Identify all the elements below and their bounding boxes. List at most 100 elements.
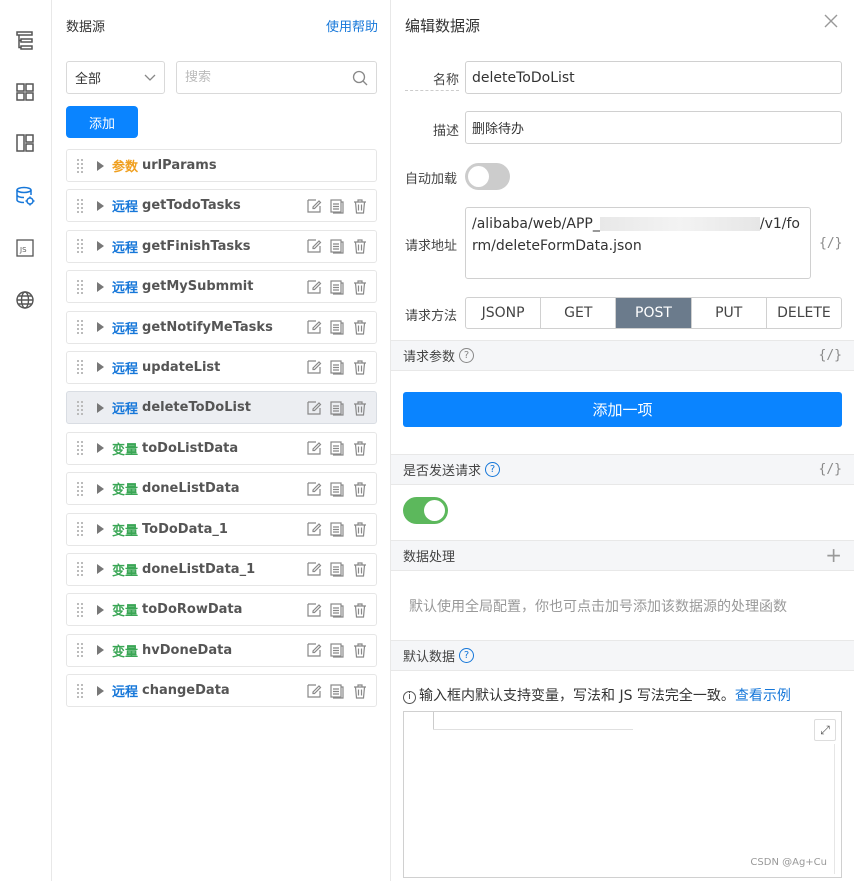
datasource-icon[interactable] [12, 183, 38, 209]
expand-caret-icon[interactable] [97, 604, 104, 615]
copy-icon[interactable] [328, 440, 345, 457]
drag-handle-icon[interactable] [77, 560, 85, 578]
edit-icon[interactable] [305, 480, 322, 497]
edit-icon[interactable] [305, 278, 322, 295]
expand-caret-icon[interactable] [97, 160, 104, 171]
method-option-get[interactable]: GET [541, 298, 617, 328]
default-data-editor[interactable]: ⤢ CSDN @Ag+Cu [403, 711, 842, 878]
datasource-item[interactable]: 远程 changeData [66, 674, 377, 708]
drag-handle-icon[interactable] [77, 237, 85, 255]
params-code-icon[interactable]: {/} [819, 348, 842, 363]
datasource-item[interactable]: 远程 updateList [66, 350, 377, 384]
delete-icon[interactable] [351, 278, 368, 295]
copy-icon[interactable] [328, 278, 345, 295]
search-input[interactable] [185, 70, 335, 85]
drag-handle-icon[interactable] [77, 682, 85, 700]
expand-caret-icon[interactable] [97, 402, 104, 413]
datasource-item[interactable]: 远程 deleteToDoList [66, 391, 377, 425]
expand-caret-icon[interactable] [97, 281, 104, 292]
copy-icon[interactable] [328, 359, 345, 376]
help-link[interactable]: 使用帮助 [326, 16, 378, 35]
delete-icon[interactable] [351, 480, 368, 497]
drag-handle-icon[interactable] [77, 439, 85, 457]
url-code-icon[interactable]: {/} [819, 236, 842, 251]
edit-icon[interactable] [305, 197, 322, 214]
method-option-put[interactable]: PUT [692, 298, 767, 328]
delete-icon[interactable] [351, 521, 368, 538]
datasource-item[interactable]: 远程 getNotifyMeTasks [66, 310, 377, 344]
datasource-item[interactable]: 远程 getFinishTasks [66, 229, 377, 263]
datasource-item[interactable]: 变量 doneListData [66, 472, 377, 506]
expand-caret-icon[interactable] [97, 200, 104, 211]
help-icon[interactable]: ? [459, 348, 475, 363]
edit-icon[interactable] [305, 682, 322, 699]
edit-icon[interactable] [305, 399, 322, 416]
expand-caret-icon[interactable] [97, 443, 104, 454]
delete-icon[interactable] [351, 238, 368, 255]
drag-handle-icon[interactable] [77, 197, 85, 215]
edit-icon[interactable] [305, 521, 322, 538]
drag-handle-icon[interactable] [77, 318, 85, 336]
globe-icon[interactable] [12, 287, 38, 313]
send-code-icon[interactable]: {/} [819, 462, 842, 477]
datasource-item[interactable]: 变量 toDoRowData [66, 593, 377, 627]
add-datasource-button[interactable]: 添加 [66, 106, 138, 138]
datasource-item[interactable]: 参数 urlParams [66, 149, 377, 182]
expand-caret-icon[interactable] [97, 564, 104, 575]
url-input[interactable]: /alibaba/web/APP_/v1/form/deleteFormData… [465, 207, 811, 279]
delete-icon[interactable] [351, 642, 368, 659]
view-example-link[interactable]: 查看示例 [735, 688, 791, 704]
name-input[interactable]: deleteToDoList [465, 61, 842, 94]
components-icon[interactable] [12, 79, 38, 105]
close-icon[interactable] [822, 12, 840, 30]
copy-icon[interactable] [328, 601, 345, 618]
delete-icon[interactable] [351, 682, 368, 699]
delete-icon[interactable] [351, 197, 368, 214]
layout-icon[interactable] [12, 130, 38, 156]
delete-icon[interactable] [351, 440, 368, 457]
datasource-item[interactable]: 变量 ToDoData_1 [66, 512, 377, 546]
copy-icon[interactable] [328, 319, 345, 336]
expand-caret-icon[interactable] [97, 362, 104, 373]
datasource-item[interactable]: 变量 hvDoneData [66, 633, 377, 667]
datasource-item[interactable]: 变量 doneListData_1 [66, 552, 377, 586]
copy-icon[interactable] [328, 238, 345, 255]
method-option-post[interactable]: POST [616, 298, 692, 328]
expand-icon[interactable]: ⤢ [814, 719, 836, 741]
drag-handle-icon[interactable] [77, 157, 85, 175]
expand-caret-icon[interactable] [97, 685, 104, 696]
expand-caret-icon[interactable] [97, 483, 104, 494]
autoload-toggle[interactable] [465, 163, 510, 190]
drag-handle-icon[interactable] [77, 601, 85, 619]
add-processor-icon[interactable]: + [825, 543, 842, 567]
js-icon[interactable]: JS [12, 235, 38, 261]
expand-caret-icon[interactable] [97, 241, 104, 252]
copy-icon[interactable] [328, 197, 345, 214]
delete-icon[interactable] [351, 601, 368, 618]
edit-icon[interactable] [305, 601, 322, 618]
delete-icon[interactable] [351, 359, 368, 376]
help-icon[interactable]: ? [459, 648, 475, 663]
desc-input[interactable]: 删除待办 [465, 111, 842, 144]
send-request-toggle[interactable] [403, 497, 448, 524]
drag-handle-icon[interactable] [77, 641, 85, 659]
datasource-item[interactable]: 变量 toDoListData [66, 431, 377, 465]
method-option-delete[interactable]: DELETE [767, 298, 841, 328]
datasource-item[interactable]: 远程 getTodoTasks [66, 189, 377, 223]
search-icon[interactable] [352, 70, 368, 86]
expand-caret-icon[interactable] [97, 645, 104, 656]
edit-icon[interactable] [305, 440, 322, 457]
drag-handle-icon[interactable] [77, 520, 85, 538]
copy-icon[interactable] [328, 642, 345, 659]
drag-handle-icon[interactable] [77, 358, 85, 376]
delete-icon[interactable] [351, 399, 368, 416]
copy-icon[interactable] [328, 521, 345, 538]
edit-icon[interactable] [305, 642, 322, 659]
type-filter-select[interactable]: 全部 [66, 61, 165, 94]
edit-icon[interactable] [305, 238, 322, 255]
help-icon[interactable]: ? [485, 462, 501, 477]
method-option-jsonp[interactable]: JSONP [466, 298, 542, 328]
drag-handle-icon[interactable] [77, 278, 85, 296]
edit-icon[interactable] [305, 319, 322, 336]
copy-icon[interactable] [328, 399, 345, 416]
